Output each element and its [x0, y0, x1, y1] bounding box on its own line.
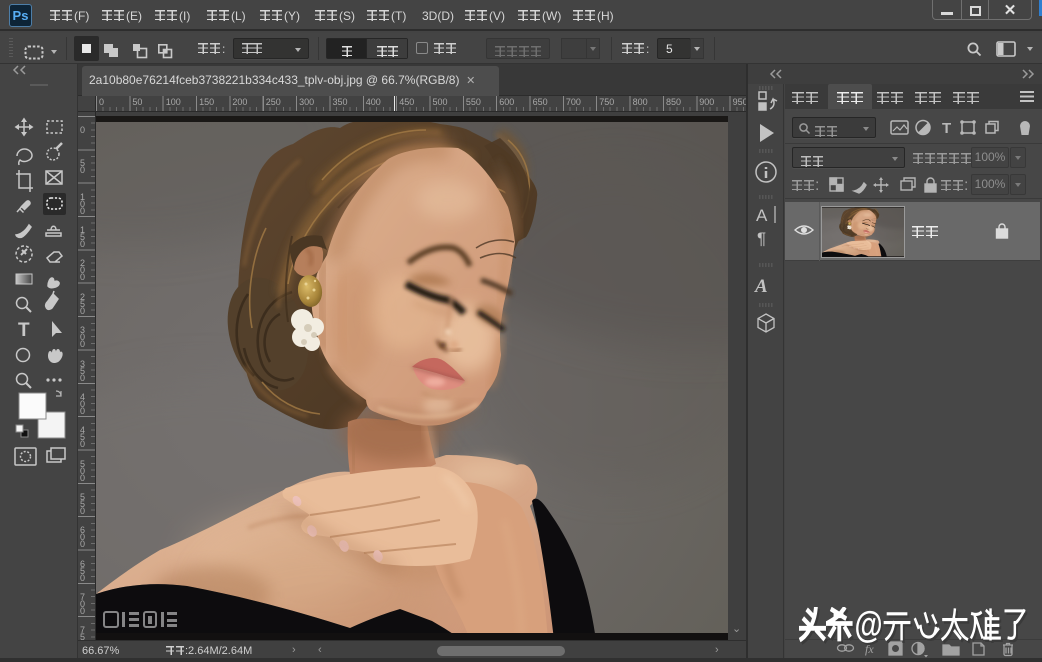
- svg-text:T: T: [18, 320, 30, 341]
- svg-text:A: A: [756, 206, 768, 225]
- svg-text:A: A: [754, 276, 768, 297]
- svg-text:¶: ¶: [757, 229, 766, 248]
- svg-text:T: T: [942, 120, 951, 137]
- svg-text:@: @: [854, 607, 882, 646]
